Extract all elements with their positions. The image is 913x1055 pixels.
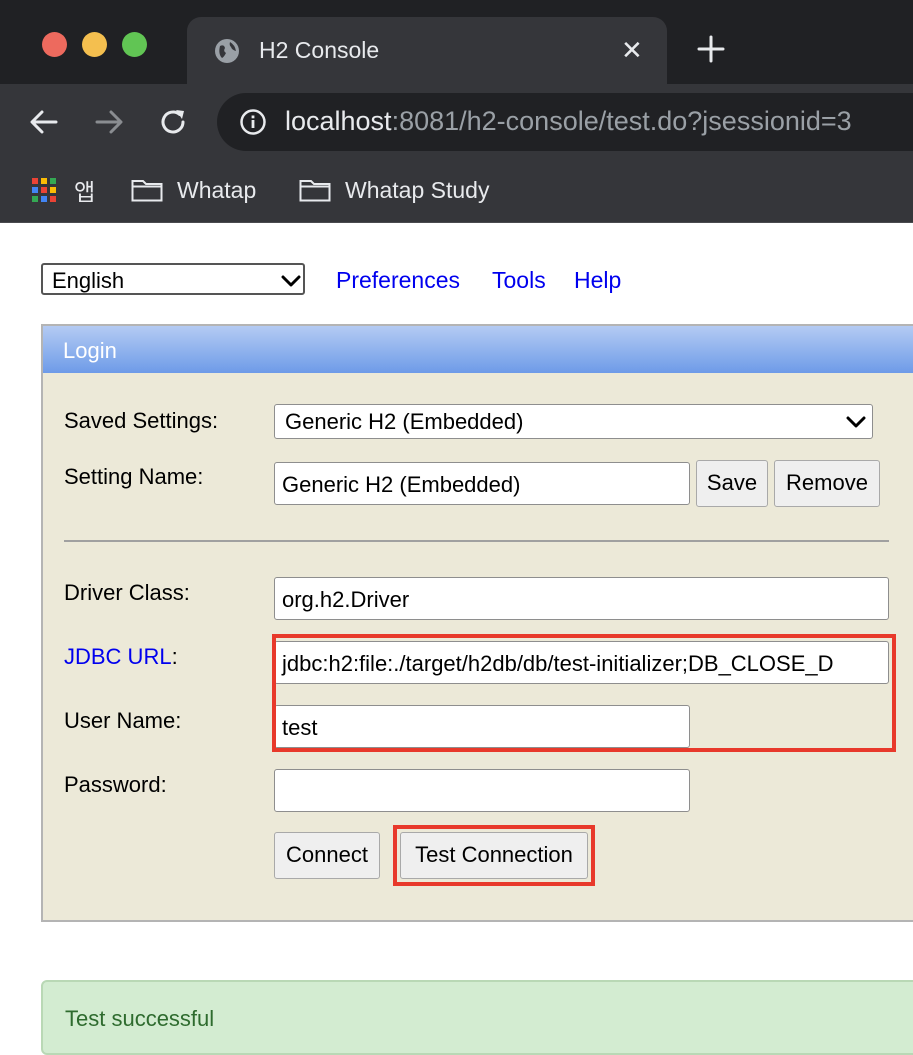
highlight-jdbc-user-box [272,634,896,752]
login-title: Login [63,338,117,363]
url-path: :8081/h2-console/test.do?jsessionid=3 [391,106,852,136]
browser-toolbar: localhost:8081/h2-console/test.do?jsessi… [0,84,913,160]
apps-grid-icon [32,178,56,202]
divider [64,540,889,542]
bookmarks-bar: 앱 Whatap Whatap Study [0,160,913,223]
saved-settings-label: Saved Settings: [64,408,219,433]
user-name-label: User Name: [64,708,182,733]
bookmark-whatap[interactable]: Whatap [131,172,256,208]
chevron-down-icon [281,275,301,287]
chevron-down-icon [846,416,866,428]
saved-settings-select[interactable]: Generic H2 (Embedded) [274,404,873,439]
url-text: localhost:8081/h2-console/test.do?jsessi… [285,106,852,137]
jdbc-url-link[interactable]: JDBC URL [64,644,172,669]
login-panel: Login Saved Settings: Generic H2 (Embedd… [41,324,913,922]
address-bar[interactable]: localhost:8081/h2-console/test.do?jsessi… [217,93,913,151]
help-link[interactable]: Help [574,267,621,294]
info-icon[interactable] [239,108,267,136]
tools-link[interactable]: Tools [492,267,546,294]
password-label: Password: [64,772,167,797]
bookmark-whatap-study[interactable]: Whatap Study [299,172,489,208]
browser-chrome: H2 Console ✕ localhost:8081/h2-console/t… [0,0,913,223]
url-host: localhost [285,106,392,136]
new-tab-icon[interactable] [696,34,726,64]
bookmark-apps[interactable]: 앱 [32,172,95,208]
setting-name-value: Generic H2 (Embedded) [282,472,521,497]
bookmark-label: Whatap Study [345,176,490,203]
window-close-button[interactable] [42,32,67,57]
window-minimize-button[interactable] [82,32,107,57]
save-button[interactable]: Save [696,460,768,507]
setting-name-input[interactable]: Generic H2 (Embedded) [274,462,690,505]
tab-close-icon[interactable]: ✕ [621,35,643,65]
saved-settings-value: Generic H2 (Embedded) [285,409,524,434]
bookmark-label: Whatap [177,176,257,203]
login-header: Login [43,326,913,373]
folder-icon [299,180,331,202]
back-icon[interactable] [28,106,60,138]
tab-strip: H2 Console ✕ [0,0,913,84]
language-select[interactable]: English [41,263,305,295]
preferences-link[interactable]: Preferences [336,267,460,294]
remove-button[interactable]: Remove [774,460,880,507]
language-select-value: English [52,268,125,293]
globe-icon [215,39,239,63]
folder-icon [131,180,163,202]
tab-title: H2 Console [259,37,380,63]
jdbc-url-colon: : [171,644,178,669]
jdbc-url-label: JDBC URL: [64,644,178,670]
password-input[interactable] [274,769,690,812]
window-maximize-button[interactable] [122,32,147,57]
bookmark-label: 앱 [74,179,96,205]
reload-icon[interactable] [157,106,189,138]
setting-name-label: Setting Name: [64,464,204,489]
driver-class-label: Driver Class: [64,580,190,605]
connect-button[interactable]: Connect [274,832,380,879]
status-success-banner: Test successful [41,980,913,1055]
tab-h2-console[interactable]: H2 Console ✕ [187,17,667,84]
forward-icon[interactable] [93,106,125,138]
page-content: English Preferences Tools Help Login Sav… [0,223,913,1055]
status-message: Test successful [65,1006,215,1031]
highlight-test-connection-box [393,825,595,886]
driver-class-value: org.h2.Driver [282,587,410,612]
driver-class-input[interactable]: org.h2.Driver [274,577,889,620]
